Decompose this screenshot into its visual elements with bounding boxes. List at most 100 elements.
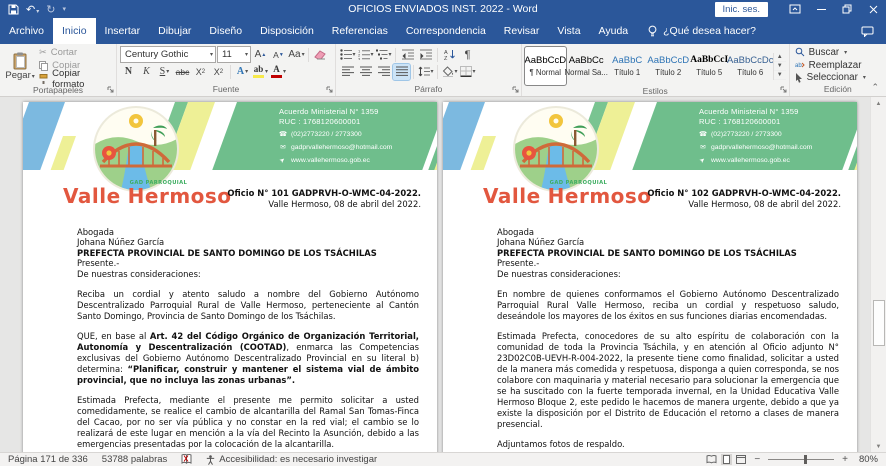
restore-button[interactable] bbox=[834, 0, 860, 18]
paragraph-dialog-launcher[interactable] bbox=[512, 86, 519, 93]
tab-diseno[interactable]: Diseño bbox=[200, 18, 251, 44]
increase-indent-button[interactable] bbox=[417, 47, 434, 63]
document-page-2[interactable]: Acuerdo Ministerial N° 1359 RUC : 176812… bbox=[443, 102, 857, 454]
paragraph: Estimada Prefecta, conocedores de su alt… bbox=[497, 331, 839, 430]
qat-customize-icon[interactable]: ▾ bbox=[62, 5, 66, 13]
replace-icon: ab bbox=[795, 60, 805, 70]
shrink-font-button[interactable]: A▼ bbox=[270, 47, 287, 63]
collapse-ribbon-icon[interactable]: ⌃ bbox=[871, 82, 879, 93]
minimize-button[interactable] bbox=[808, 0, 834, 18]
proofing-icon[interactable] bbox=[181, 454, 192, 464]
web-layout-icon[interactable] bbox=[736, 455, 746, 464]
font-size-select[interactable]: 11▾ bbox=[217, 46, 251, 63]
styles-more-icon[interactable]: ▼ bbox=[774, 71, 786, 80]
select-button[interactable]: Seleccionar▾ bbox=[793, 71, 883, 84]
bold-button[interactable]: N bbox=[120, 64, 137, 80]
zoom-in-icon[interactable]: + bbox=[842, 454, 848, 465]
tab-dibujar[interactable]: Dibujar bbox=[149, 18, 200, 44]
cursor-icon: ➤ bbox=[277, 155, 288, 166]
sort-button[interactable]: AZ bbox=[441, 47, 458, 63]
style-normal-sa[interactable]: AaBbCcNormal Sa... bbox=[566, 47, 607, 85]
cut-button[interactable]: ✂Cortar bbox=[37, 46, 113, 59]
tab-referencias[interactable]: Referencias bbox=[323, 18, 397, 44]
tab-correspondencia[interactable]: Correspondencia bbox=[397, 18, 495, 44]
italic-button[interactable]: K bbox=[138, 64, 155, 80]
zoom-slider-thumb[interactable] bbox=[804, 455, 807, 464]
scrollbar-thumb[interactable] bbox=[873, 300, 885, 346]
change-case-button[interactable]: Aa▾ bbox=[288, 47, 305, 63]
justify-button[interactable] bbox=[393, 64, 410, 80]
multilevel-list-button[interactable]: ▾ bbox=[375, 47, 392, 63]
tab-insertar[interactable]: Insertar bbox=[96, 18, 150, 44]
grow-font-button[interactable]: A▲ bbox=[252, 47, 269, 63]
strikethrough-button[interactable]: abc bbox=[174, 64, 191, 80]
ribbon-display-options-icon[interactable] bbox=[782, 0, 808, 18]
tab-inicio[interactable]: Inicio bbox=[53, 18, 96, 44]
tab-archivo[interactable]: Archivo bbox=[0, 18, 53, 44]
save-icon[interactable] bbox=[8, 4, 19, 15]
indent-icon bbox=[420, 49, 432, 60]
tab-vista[interactable]: Vista bbox=[548, 18, 589, 44]
copy-icon bbox=[39, 61, 48, 71]
gad-parroquial-label: GAD PARROQUIAL bbox=[550, 180, 608, 186]
signin-button[interactable]: Inic. ses. bbox=[715, 2, 769, 17]
tell-me-box[interactable]: ¿Qué desea hacer? bbox=[637, 18, 766, 44]
print-layout-icon[interactable] bbox=[721, 454, 732, 465]
undo-icon[interactable]: ↶▾ bbox=[26, 3, 39, 16]
close-button[interactable] bbox=[860, 0, 886, 18]
line-spacing-button[interactable]: ▾ bbox=[417, 64, 434, 80]
align-center-button[interactable] bbox=[357, 64, 374, 80]
vertical-scrollbar[interactable]: ▲ ▼ bbox=[870, 97, 886, 454]
styles-dialog-launcher[interactable] bbox=[780, 86, 787, 93]
style-titulo-5[interactable]: AaBbCcITítulo 5 bbox=[689, 47, 730, 85]
tab-disposicion[interactable]: Disposición bbox=[251, 18, 323, 44]
highlight-button[interactable]: ab▾ bbox=[252, 64, 269, 80]
zoom-slider[interactable] bbox=[768, 459, 834, 460]
document-canvas: Acuerdo Ministerial N° 1359 RUC : 176812… bbox=[0, 97, 886, 454]
svg-text:3: 3 bbox=[358, 56, 361, 60]
envelope-icon: ✉ bbox=[699, 144, 707, 152]
read-mode-icon[interactable] bbox=[706, 455, 717, 464]
format-painter-button[interactable]: Copiar formato bbox=[37, 72, 113, 85]
align-right-icon bbox=[378, 66, 390, 77]
zoom-level[interactable]: 80% bbox=[856, 454, 878, 465]
ruc-line: RUC : 1768120600001 bbox=[699, 117, 812, 127]
style-titulo-2[interactable]: AaBbCcDTítulo 2 bbox=[648, 47, 689, 85]
styles-scroll-up-icon[interactable]: ▲ bbox=[774, 53, 786, 62]
font-family-select[interactable]: Century Gothic▾ bbox=[120, 46, 216, 63]
underline-button[interactable]: S▾ bbox=[156, 64, 173, 80]
tab-ayuda[interactable]: Ayuda bbox=[590, 18, 638, 44]
tab-revisar[interactable]: Revisar bbox=[495, 18, 549, 44]
align-left-button[interactable] bbox=[339, 64, 356, 80]
borders-button[interactable]: ▾ bbox=[459, 64, 476, 80]
shading-button[interactable]: ▾ bbox=[441, 64, 458, 80]
document-page-1[interactable]: Acuerdo Ministerial N° 1359 RUC : 176812… bbox=[23, 102, 437, 454]
comment-icon[interactable] bbox=[849, 18, 886, 44]
find-button[interactable]: Buscar▾ bbox=[793, 46, 883, 59]
scroll-up-icon[interactable]: ▲ bbox=[871, 98, 886, 110]
style-titulo-6[interactable]: AaBbCcDcTítulo 6 bbox=[730, 47, 771, 85]
decrease-indent-button[interactable] bbox=[399, 47, 416, 63]
replace-button[interactable]: ab Reemplazar bbox=[793, 59, 883, 72]
paste-button[interactable]: Pegar▾ bbox=[3, 46, 37, 85]
font-dialog-launcher[interactable] bbox=[326, 86, 333, 93]
text-effects-button[interactable]: A▾ bbox=[234, 64, 251, 80]
styles-scroll-down-icon[interactable]: ▼ bbox=[774, 62, 786, 71]
phone-icon: ☎ bbox=[699, 131, 707, 139]
style-titulo-1[interactable]: AaBbCTítulo 1 bbox=[607, 47, 648, 85]
accessibility-status[interactable]: Accesibilidad: es necesario investigar bbox=[206, 454, 377, 465]
align-right-button[interactable] bbox=[375, 64, 392, 80]
clipboard-dialog-launcher[interactable] bbox=[107, 86, 114, 93]
bullet-list-icon bbox=[340, 49, 352, 60]
font-color-button[interactable]: A▾ bbox=[270, 64, 287, 80]
superscript-button[interactable]: X2 bbox=[210, 64, 227, 80]
show-marks-button[interactable]: ¶ bbox=[459, 47, 476, 63]
style-normal[interactable]: AaBbCcD¶ Normal bbox=[525, 47, 566, 85]
bullets-button[interactable]: ▾ bbox=[339, 47, 356, 63]
numbering-button[interactable]: 123▾ bbox=[357, 47, 374, 63]
page-count[interactable]: Página 171 de 336 bbox=[8, 454, 88, 465]
word-count[interactable]: 53788 palabras bbox=[102, 454, 168, 465]
clear-formatting-button[interactable] bbox=[312, 47, 329, 63]
subscript-button[interactable]: X2 bbox=[192, 64, 209, 80]
zoom-out-icon[interactable]: − bbox=[754, 454, 760, 465]
